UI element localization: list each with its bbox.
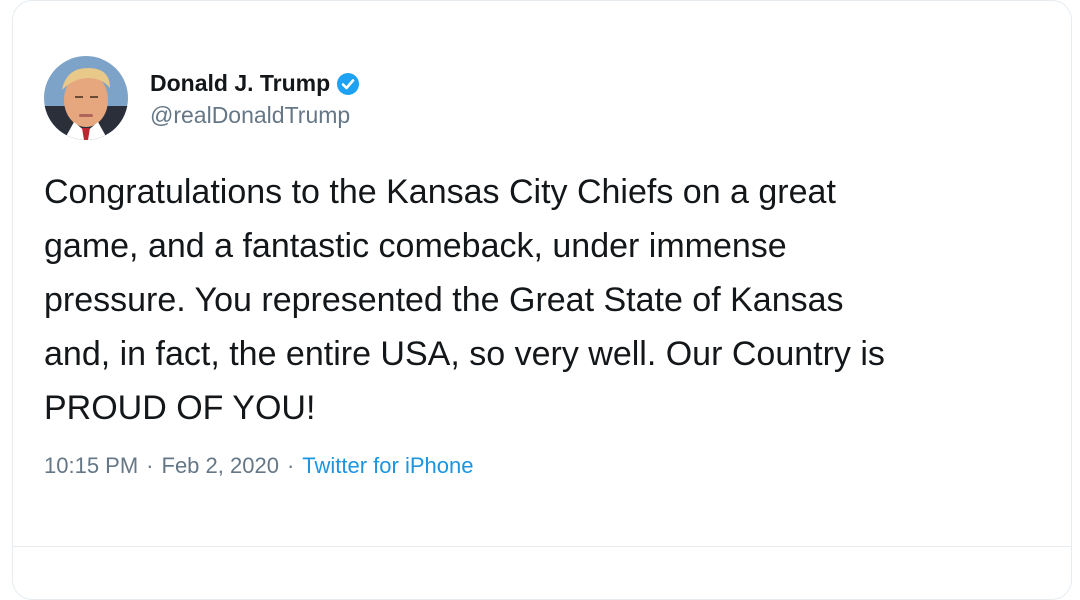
tweet-text: Congratulations to the Kansas City Chief… [44,165,1054,435]
tweet-text-line: game, and a fantastic comeback, under im… [44,227,787,265]
author-info: Donald J. Trump @realDonaldTrump [150,68,360,129]
tweet-text-line: and, in fact, the entire USA, so very we… [44,335,885,373]
separator: · [146,453,154,478]
tweet-text-line: PROUD OF YOU! [44,389,316,427]
display-name[interactable]: Donald J. Trump [150,70,330,97]
tweet-text-line: pressure. You represented the Great Stat… [44,281,844,319]
user-handle[interactable]: @realDonaldTrump [150,102,360,129]
divider [12,546,1072,547]
avatar[interactable] [44,56,128,140]
tweet-meta: 10:15 PM · Feb 2, 2020 · Twitter for iPh… [44,453,473,479]
tweet-time[interactable]: 10:15 PM [44,453,138,479]
verified-badge-icon [337,72,360,95]
tweet-source-link[interactable]: Twitter for iPhone [302,453,473,479]
profile-photo-icon [44,56,128,140]
tweet-date[interactable]: Feb 2, 2020 [162,453,279,479]
separator: · [286,453,295,478]
tweet-header: Donald J. Trump @realDonaldTrump [44,56,360,140]
display-name-row: Donald J. Trump [150,68,360,100]
tweet-text-line: Congratulations to the Kansas City Chief… [44,173,836,211]
